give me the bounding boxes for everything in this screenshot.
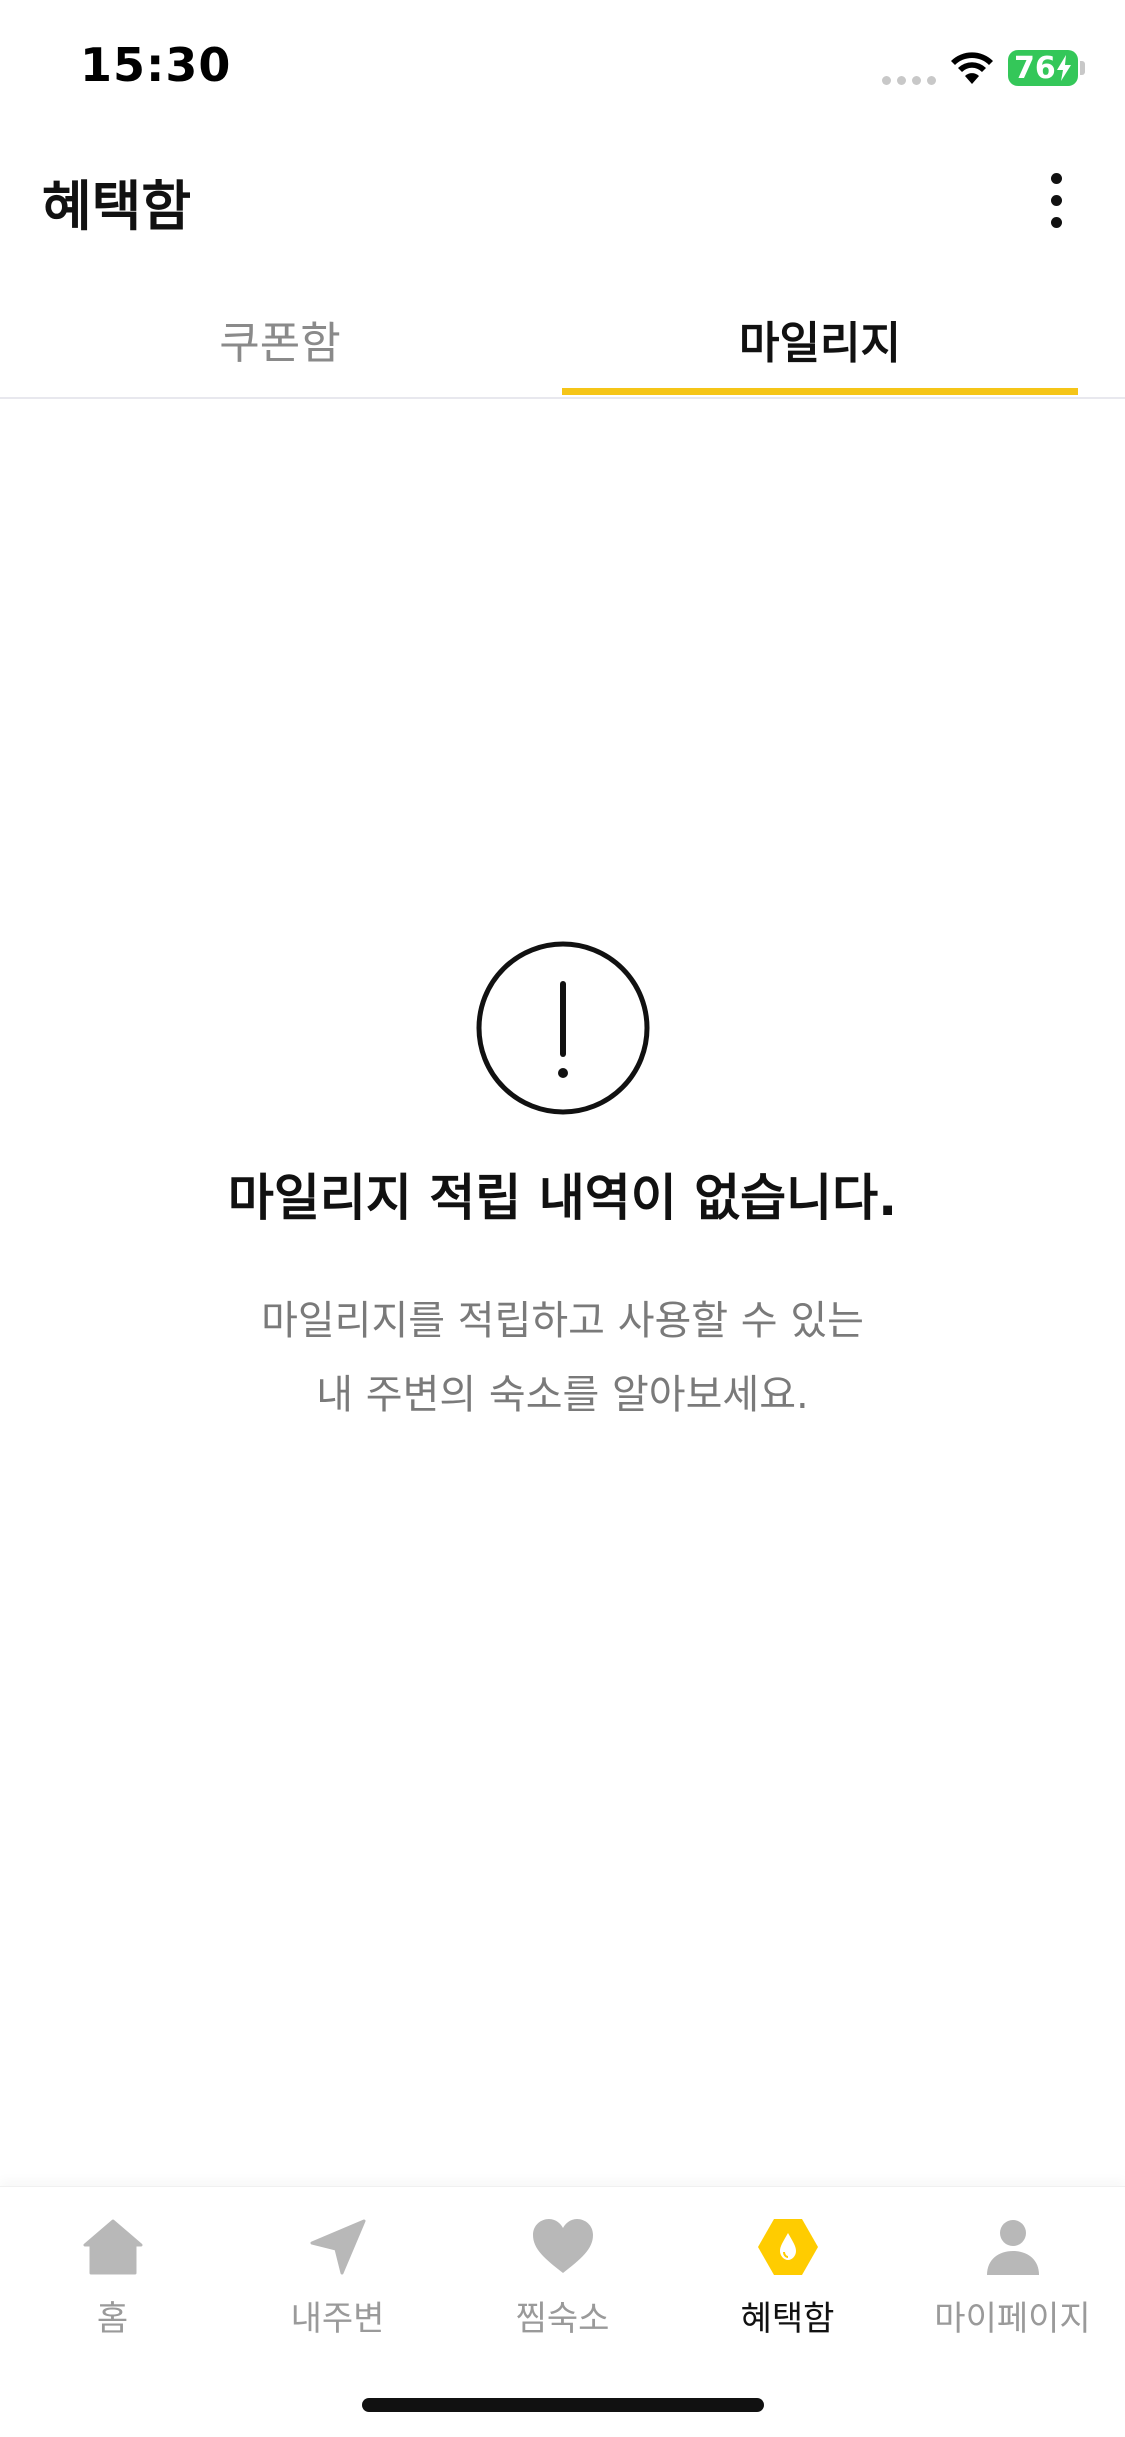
more-vertical-icon	[1050, 172, 1062, 184]
app-header: 혜택함	[0, 140, 1125, 250]
empty-state-title: 마일리지 적립 내역이 없습니다.	[227, 1169, 898, 1227]
nav-item-benefits[interactable]: 혜택함	[675, 2213, 900, 2363]
nav-item-mypage[interactable]: 마이페이지	[900, 2213, 1125, 2363]
nav-label-nearby: 내주변	[290, 2299, 385, 2339]
charging-bolt-icon	[1057, 55, 1071, 81]
wifi-icon	[951, 52, 993, 84]
benefit-hexagon-icon	[757, 2219, 818, 2275]
nav-label-benefits: 혜택함	[740, 2299, 835, 2339]
more-options-button[interactable]	[1030, 164, 1082, 236]
user-icon	[986, 2220, 1039, 2275]
nav-label-home: 홈	[96, 2299, 129, 2339]
home-icon	[83, 2219, 142, 2275]
alert-circle-icon	[476, 941, 649, 1115]
battery-level: 76	[1014, 50, 1056, 86]
heart-icon	[532, 2219, 593, 2273]
battery-charging-icon: 76	[1008, 50, 1078, 86]
empty-state-description-line1: 마일리지를 적립하고 사용할 수 있는	[261, 1298, 864, 1344]
nav-item-nearby[interactable]: 내주변	[225, 2213, 450, 2363]
navigation-icon	[310, 2219, 365, 2275]
nav-label-wishlist: 찜숙소	[515, 2299, 610, 2339]
tab-mileage[interactable]: 마일리지	[562, 280, 1078, 397]
cellular-signal-icon	[882, 76, 936, 85]
nav-label-mypage: 마이페이지	[934, 2299, 1091, 2339]
empty-state: 마일리지 적립 내역이 없습니다. 마일리지를 적립하고 사용할 수 있는 내 …	[0, 940, 1125, 1432]
benefit-tabs: 쿠폰함 마일리지	[0, 280, 1125, 399]
status-time: 15:30	[80, 38, 232, 92]
active-tab-indicator	[562, 388, 1078, 395]
empty-state-description: 마일리지를 적립하고 사용할 수 있는 내 주변의 숙소를 알아보세요.	[0, 1284, 1125, 1432]
battery-cap	[1080, 61, 1085, 75]
page-title: 혜택함	[42, 175, 192, 238]
nav-item-home[interactable]: 홈	[0, 2213, 225, 2363]
nav-item-wishlist[interactable]: 찜숙소	[450, 2213, 675, 2363]
tab-coupon[interactable]: 쿠폰함	[22, 280, 538, 397]
home-indicator[interactable]	[362, 2398, 764, 2412]
status-bar: 15:30 76	[0, 0, 1125, 140]
empty-state-description-line2: 내 주변의 숙소를 알아보세요.	[316, 1372, 809, 1418]
